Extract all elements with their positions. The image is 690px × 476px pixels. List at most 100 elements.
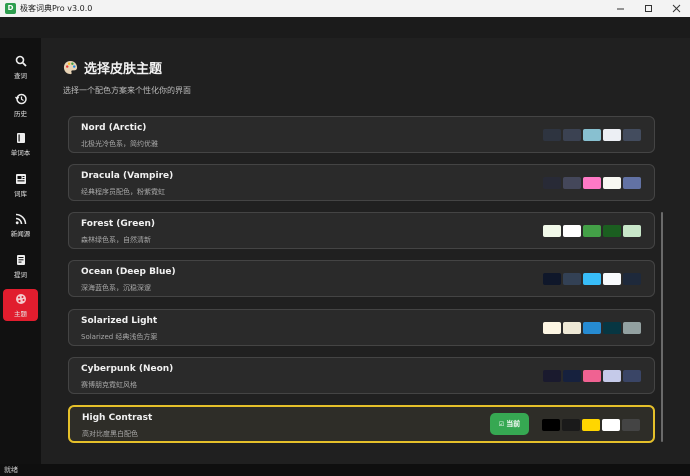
minimize-icon <box>616 8 624 10</box>
color-swatch <box>603 273 621 285</box>
theme-description: 高对比度黑白配色 <box>82 430 138 438</box>
sidebar-item-label: 提词 <box>14 271 27 279</box>
theme-description: 北极光冷色系，简约优雅 <box>81 140 158 148</box>
color-swatch <box>583 370 601 382</box>
palette-icon <box>63 60 78 75</box>
sidebar-item-history[interactable]: 历史 <box>3 89 38 121</box>
status-text: 就绪 <box>4 466 18 474</box>
theme-name: Ocean (Deep Blue) <box>81 267 176 277</box>
color-swatch <box>603 370 621 382</box>
color-swatches <box>543 129 641 141</box>
color-swatch <box>563 177 581 189</box>
book-icon <box>14 131 28 145</box>
theme-card-forest[interactable]: Forest (Green) 森林绿色系，自然清新 <box>68 212 655 249</box>
color-swatch <box>583 322 601 334</box>
sidebar-item-label: 单词本 <box>10 149 31 157</box>
minimize-button[interactable] <box>606 0 634 17</box>
search-icon <box>14 54 28 68</box>
color-swatch <box>583 225 601 237</box>
sidebar-item-library[interactable]: 词库 <box>3 169 38 201</box>
sidebar-item-prompter[interactable]: 提词 <box>3 250 38 282</box>
maximize-button[interactable] <box>634 0 662 17</box>
theme-card-solarized[interactable]: Solarized Light Solarized 经典浅色方案 <box>68 309 655 346</box>
history-icon <box>14 92 28 106</box>
sidebar-item-label: 查词 <box>14 72 27 80</box>
close-icon <box>672 4 680 13</box>
color-swatches <box>543 273 641 285</box>
color-swatch <box>543 273 561 285</box>
library-icon <box>14 172 28 186</box>
color-swatch <box>583 273 601 285</box>
theme-description: 深海蓝色系，沉稳深邃 <box>81 284 151 292</box>
color-swatches <box>543 225 641 237</box>
theme-card-dracula[interactable]: Dracula (Vampire) 经典程序员配色，粉紫霓虹 <box>68 164 655 201</box>
color-swatch <box>623 322 641 334</box>
window-title: 极客词典Pro v3.0.0 <box>20 4 93 13</box>
theme-description: 森林绿色系，自然清新 <box>81 236 151 244</box>
color-swatch <box>543 129 561 141</box>
sidebar-item-label: 词库 <box>14 190 27 198</box>
color-swatch <box>543 225 561 237</box>
page-title: 选择皮肤主题 <box>84 62 163 77</box>
sidebar-item-label: 主题 <box>14 310 27 318</box>
sidebar-item-news[interactable]: 新闻源 <box>3 209 38 241</box>
color-swatch <box>563 129 581 141</box>
checkmark-icon: ☑ <box>498 420 505 428</box>
theme-name: Solarized Light <box>81 316 158 326</box>
main-content: 选择皮肤主题 选择一个配色方案来个性化你的界面 Nord (Arctic) 北极… <box>41 38 690 464</box>
rss-icon <box>14 212 28 226</box>
color-swatch <box>603 225 621 237</box>
color-swatch <box>543 177 561 189</box>
theme-name: Cyberpunk (Neon) <box>81 364 174 374</box>
color-swatch <box>582 419 600 431</box>
sidebar: 查词 历史 单词本 词库 新闻源 提词 主题 <box>0 38 41 464</box>
color-swatches <box>543 177 641 189</box>
color-swatch <box>562 419 580 431</box>
sidebar-item-wordbook[interactable]: 单词本 <box>3 128 38 160</box>
color-swatch <box>602 419 620 431</box>
color-swatch <box>563 322 581 334</box>
theme-card-ocean[interactable]: Ocean (Deep Blue) 深海蓝色系，沉稳深邃 <box>68 260 655 297</box>
color-swatch <box>623 177 641 189</box>
color-swatch <box>622 419 640 431</box>
color-swatch <box>563 225 581 237</box>
theme-description: 经典程序员配色，粉紫霓虹 <box>81 188 165 196</box>
color-swatch <box>623 129 641 141</box>
color-swatch <box>583 177 601 189</box>
theme-name: High Contrast <box>82 413 153 423</box>
sidebar-item-label: 新闻源 <box>10 230 31 238</box>
scrollbar[interactable] <box>661 212 663 442</box>
color-swatch <box>603 177 621 189</box>
color-swatch <box>563 370 581 382</box>
sidebar-item-label: 历史 <box>14 110 27 118</box>
sidebar-item-theme[interactable]: 主题 <box>3 289 38 321</box>
maximize-icon <box>644 5 652 12</box>
window-controls <box>606 0 690 17</box>
theme-card-cyberpunk[interactable]: Cyberpunk (Neon) 赛博朋克霓虹风格 <box>68 357 655 394</box>
top-strip <box>0 17 690 38</box>
theme-description: 赛博朋克霓虹风格 <box>81 381 137 389</box>
color-swatch <box>623 273 641 285</box>
close-button[interactable] <box>662 0 690 17</box>
page-header: 选择皮肤主题 <box>63 58 162 77</box>
title-bar: D 极客词典Pro v3.0.0 <box>0 0 690 17</box>
color-swatch <box>603 129 621 141</box>
theme-name: Nord (Arctic) <box>81 123 147 133</box>
color-swatches <box>543 322 641 334</box>
app-icon: D <box>5 3 16 14</box>
color-swatches <box>543 370 641 382</box>
color-swatch <box>623 225 641 237</box>
theme-description: Solarized 经典浅色方案 <box>81 333 158 341</box>
theme-card-high-contrast[interactable]: High Contrast 高对比度黑白配色 ☑ 当前 <box>68 405 655 443</box>
document-icon <box>14 253 28 267</box>
page-subtitle: 选择一个配色方案来个性化你的界面 <box>63 86 191 95</box>
current-badge: ☑ 当前 <box>490 413 529 435</box>
theme-card-nord[interactable]: Nord (Arctic) 北极光冷色系，简约优雅 <box>68 116 655 153</box>
color-swatch <box>543 322 561 334</box>
color-swatch <box>563 273 581 285</box>
color-swatch <box>583 129 601 141</box>
sidebar-item-search[interactable]: 查词 <box>3 51 38 83</box>
status-bar: 就绪 <box>0 464 690 476</box>
color-swatch <box>623 370 641 382</box>
palette-icon <box>14 292 28 306</box>
